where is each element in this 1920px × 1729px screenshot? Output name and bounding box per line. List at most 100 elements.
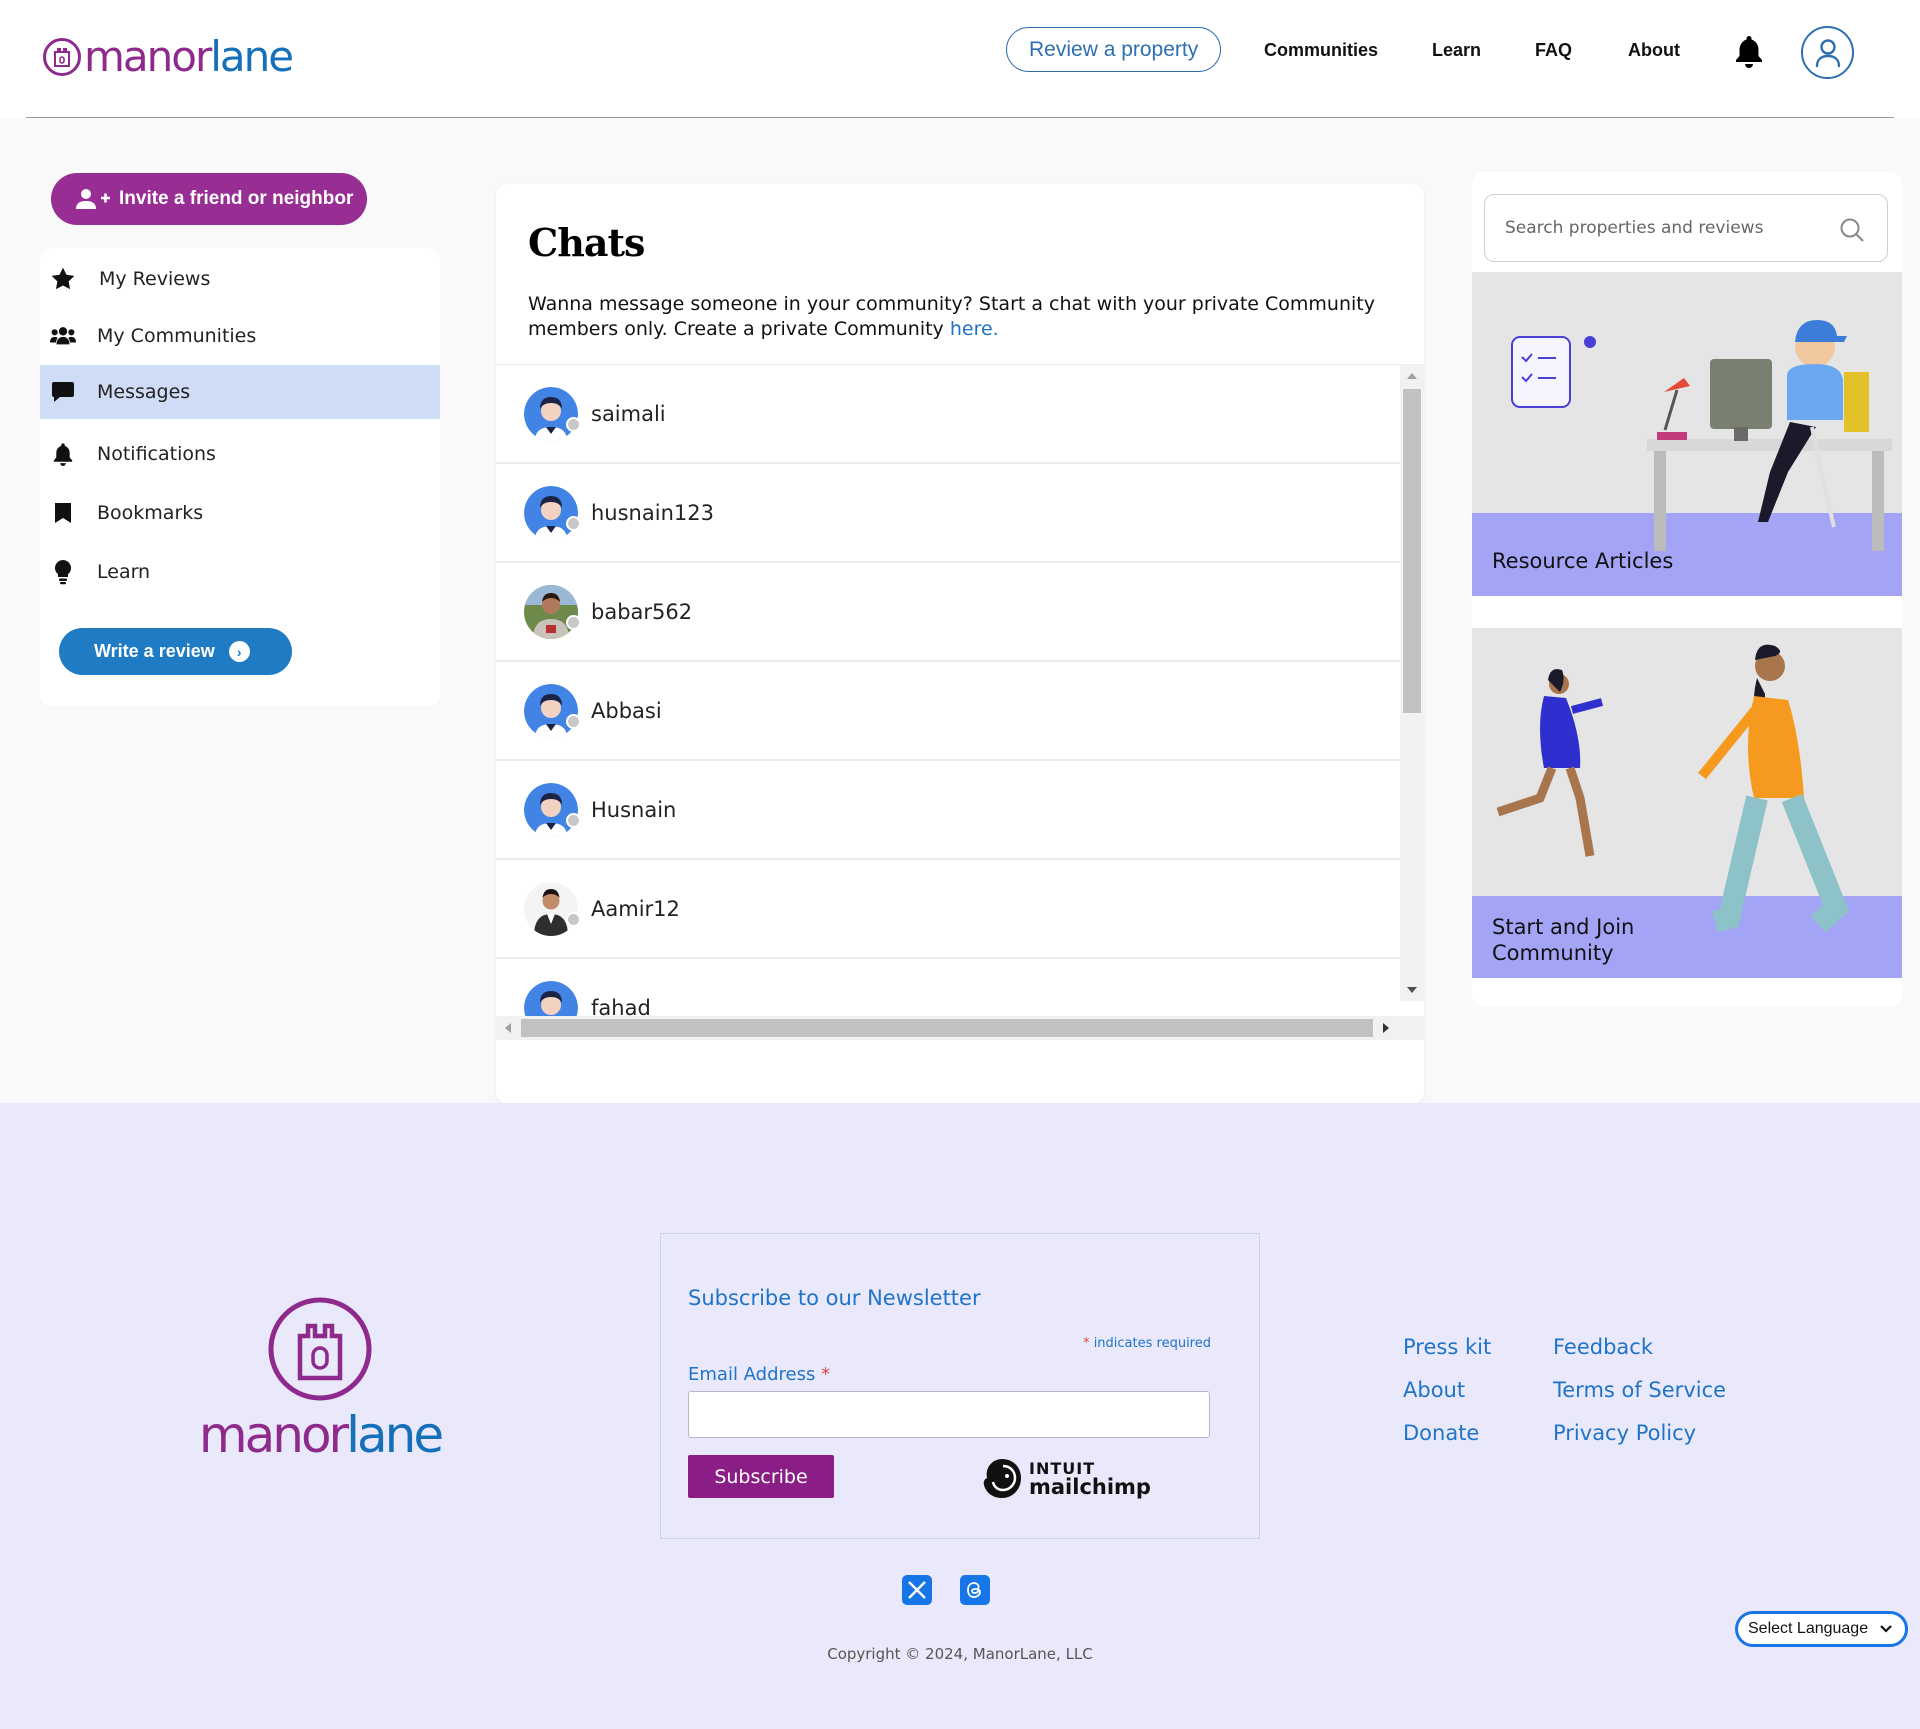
promo-line-1: Start and Join [1492, 915, 1635, 939]
write-review-button[interactable]: Write a review › [59, 628, 292, 675]
sidebar-item-bookmarks[interactable]: Bookmarks [40, 486, 440, 540]
mailchimp-logo-icon [983, 1459, 1021, 1498]
logo-text-manor: manor [84, 32, 212, 81]
invite-friend-label: Invite a friend or neighbor [119, 188, 354, 209]
newsletter-form: Subscribe to our Newsletter * indicates … [660, 1233, 1260, 1539]
add-user-icon [76, 189, 110, 209]
offline-status-dot [566, 813, 581, 828]
avatar [524, 584, 578, 639]
chat-row[interactable]: babar562 [496, 563, 1400, 662]
sidebar-item-label: My Reviews [99, 268, 211, 290]
chats-description: Wanna message someone in your community?… [528, 292, 1398, 342]
chat-row[interactable]: Aamir12 [496, 860, 1400, 959]
horizontal-scrollbar[interactable] [496, 1016, 1424, 1040]
offline-status-dot [566, 615, 581, 630]
sidebar-item-label: Notifications [97, 443, 216, 465]
star-icon [50, 266, 76, 292]
sidebar-item-notifications[interactable]: Notifications [40, 427, 440, 481]
users-icon [50, 323, 76, 349]
avatar [524, 485, 578, 540]
mailchimp-name: mailchimp [1029, 1475, 1151, 1499]
chat-row[interactable]: fahad [496, 959, 1400, 1020]
footer-logo-lane: lane [346, 1406, 444, 1464]
copyright-text: Copyright © 2024, ManorLane, LLC [827, 1645, 1093, 1663]
chat-row[interactable]: husnain123 [496, 464, 1400, 563]
scroll-right-arrow-icon[interactable] [1383, 1023, 1389, 1033]
chat-row[interactable]: saimali [496, 365, 1400, 464]
offline-status-dot [566, 714, 581, 729]
right-sidebar: Search properties and reviews Resource A… [1472, 172, 1902, 1006]
avatar [524, 881, 578, 936]
avatar [524, 782, 578, 837]
chevron-down-icon [1880, 1625, 1892, 1633]
bookmark-icon [50, 500, 76, 526]
threads-icon[interactable] [960, 1575, 990, 1605]
nav-about[interactable]: About [1628, 40, 1680, 61]
review-property-button[interactable]: Review a property [1006, 27, 1222, 72]
scroll-left-arrow-icon[interactable] [505, 1023, 511, 1033]
footer-logo-text: manorlane [190, 1406, 450, 1464]
chat-user-name: babar562 [591, 599, 693, 624]
sidebar-item-my-communities[interactable]: My Communities [40, 309, 440, 363]
footer-logo[interactable]: manorlane [190, 1296, 450, 1466]
chevron-right-icon: › [228, 641, 250, 662]
language-select[interactable]: Select Language [1735, 1611, 1908, 1647]
start-join-community-label: Start and Join Community [1492, 914, 1634, 966]
castle-logo-icon [268, 1297, 372, 1401]
site-logo[interactable]: manorlane [42, 32, 294, 82]
scroll-up-arrow-icon[interactable] [1407, 373, 1417, 379]
subscribe-button[interactable]: Subscribe [688, 1455, 834, 1498]
sidebar-item-label: Bookmarks [97, 502, 204, 524]
offline-status-dot [566, 417, 581, 432]
offline-status-dot [566, 912, 581, 927]
footer-link-feedback[interactable]: Feedback [1553, 1335, 1653, 1359]
chats-panel: Chats Wanna message someone in your comm… [496, 184, 1424, 1104]
footer-link-privacy[interactable]: Privacy Policy [1553, 1421, 1696, 1445]
footer-link-about[interactable]: About [1403, 1378, 1465, 1402]
promo-line-2: Community [1492, 941, 1614, 965]
scroll-down-arrow-icon[interactable] [1407, 987, 1417, 993]
nav-communities[interactable]: Communities [1264, 40, 1378, 61]
chat-bubble-icon [50, 379, 76, 405]
nav-learn[interactable]: Learn [1432, 40, 1481, 61]
chat-list: saimali husnain123 babar562 Abbasi Husna… [496, 364, 1424, 1020]
notifications-bell-icon[interactable] [1734, 34, 1764, 68]
horizontal-scroll-thumb[interactable] [521, 1019, 1373, 1037]
chat-user-name: Husnain [591, 797, 677, 822]
required-note-text: indicates required [1093, 1336, 1211, 1351]
avatar [524, 980, 578, 1020]
logo-text-lane: lane [210, 32, 294, 81]
sidebar-item-my-reviews[interactable]: My Reviews [40, 252, 440, 306]
x-twitter-icon[interactable] [902, 1575, 932, 1605]
mailchimp-badge[interactable]: INTUIT mailchimp [981, 1456, 1151, 1500]
page-title: Chats [528, 220, 645, 265]
join-community-card[interactable]: Start and Join Community [1472, 628, 1902, 978]
mailchimp-text: INTUIT mailchimp [1029, 1459, 1151, 1499]
nav-faq[interactable]: FAQ [1535, 40, 1572, 61]
chat-user-name: saimali [591, 401, 666, 426]
avatar [524, 386, 578, 441]
user-account-button[interactable] [1801, 26, 1854, 79]
main-nav: Review a property [1006, 27, 1222, 72]
email-label-text: Email Address [688, 1364, 816, 1385]
chat-row[interactable]: Husnain [496, 761, 1400, 860]
footer-link-terms[interactable]: Terms of Service [1553, 1378, 1726, 1402]
search-input[interactable]: Search properties and reviews [1484, 194, 1888, 262]
vertical-scroll-thumb[interactable] [1403, 389, 1421, 713]
resource-articles-card[interactable]: Resource Articles [1472, 272, 1902, 596]
castle-logo-icon [43, 38, 81, 76]
vertical-scrollbar[interactable] [1400, 365, 1424, 1001]
footer-link-donate[interactable]: Donate [1403, 1421, 1479, 1445]
search-icon[interactable] [1839, 217, 1865, 243]
invite-friend-button[interactable]: Invite a friend or neighbor [51, 173, 367, 225]
lightbulb-icon [50, 559, 76, 585]
chat-row[interactable]: Abbasi [496, 662, 1400, 761]
sidebar-item-messages[interactable]: Messages [40, 365, 440, 419]
user-icon [1815, 38, 1840, 67]
chat-user-name: husnain123 [591, 500, 714, 525]
create-community-link[interactable]: here. [950, 318, 999, 340]
offline-status-dot [566, 516, 581, 531]
email-field[interactable] [688, 1391, 1210, 1438]
sidebar-item-learn[interactable]: Learn [40, 545, 440, 599]
footer-link-press-kit[interactable]: Press kit [1403, 1335, 1491, 1359]
